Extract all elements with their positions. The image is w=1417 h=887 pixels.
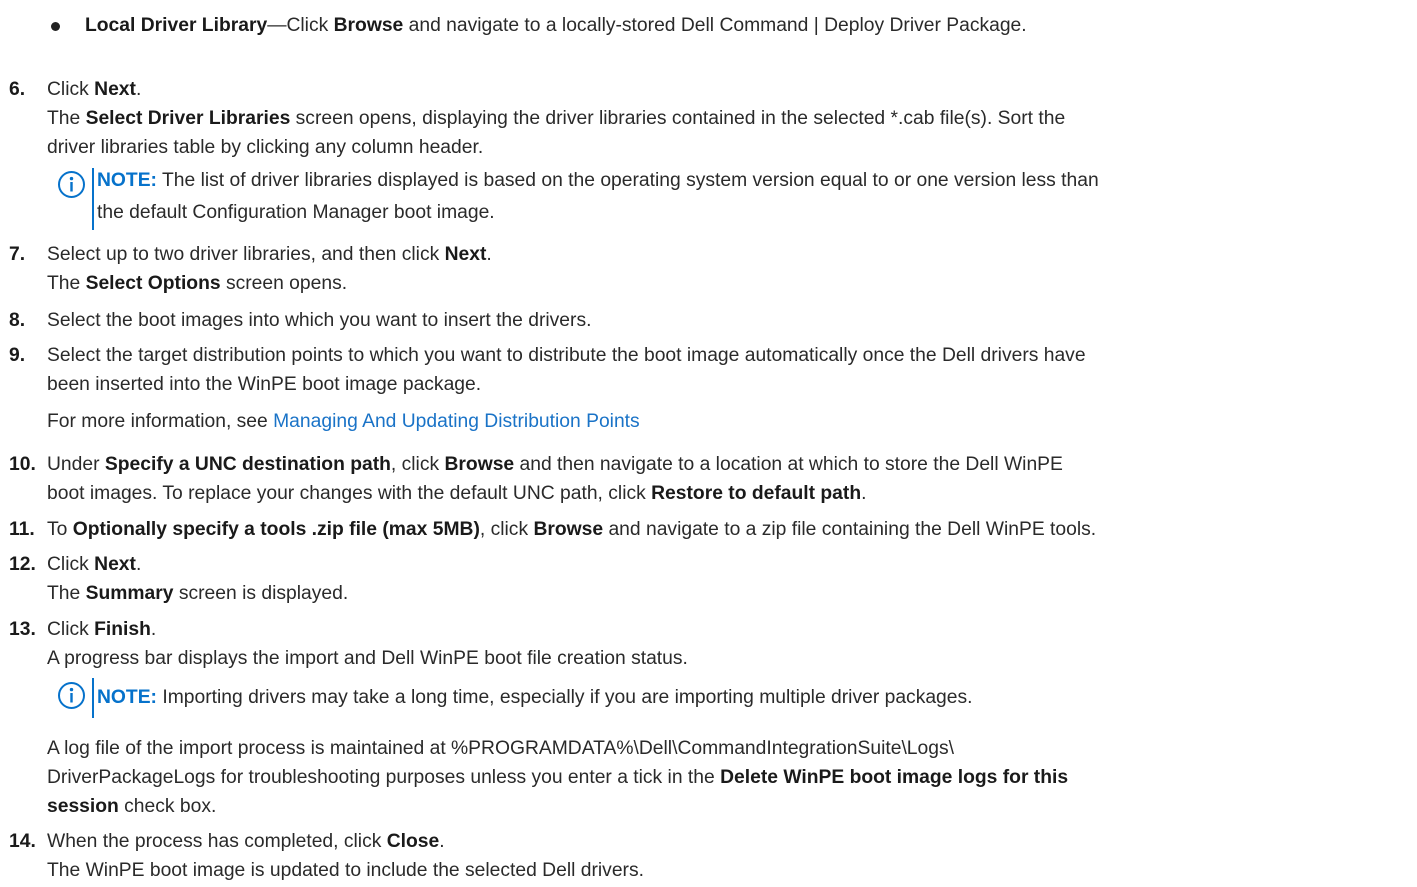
note-bar xyxy=(92,168,94,230)
step-7-line-1: Select up to two driver libraries, and t… xyxy=(47,244,492,265)
step-number: 14. xyxy=(9,831,36,852)
step-number: 6. xyxy=(9,79,26,100)
note-bar xyxy=(92,678,94,718)
step-6-line-3: driver libraries table by clicking any c… xyxy=(47,137,484,158)
info-icon xyxy=(58,171,85,198)
step-number: 8. xyxy=(9,310,26,331)
step-12-line-2: The Summary screen is displayed. xyxy=(47,583,349,604)
step-13-line-2: A progress bar displays the import and D… xyxy=(47,648,688,669)
step-number: 11. xyxy=(9,519,35,540)
step-14-line-2: The WinPE boot image is updated to inclu… xyxy=(47,860,644,881)
step-number: 9. xyxy=(9,345,26,366)
step-6-line-2: The Select Driver Libraries screen opens… xyxy=(47,108,1066,129)
step-9-more-info: For more information, see Managing And U… xyxy=(47,411,640,432)
note-text: NOTE: Importing drivers may take a long … xyxy=(97,687,973,708)
step-14-line-1: When the process has completed, click Cl… xyxy=(47,831,445,852)
step-number: 7. xyxy=(9,244,26,265)
info-icon xyxy=(58,682,85,709)
step-7-line-2: The Select Options screen opens. xyxy=(47,273,348,294)
log-file-line-3: session check box. xyxy=(47,796,217,817)
step-11-line-1: To Optionally specify a tools .zip file … xyxy=(47,519,1097,540)
bullet-dot xyxy=(51,22,60,31)
step-9-line-1: Select the target distribution points to… xyxy=(47,345,1086,366)
bullet-local-driver-library: Local Driver Library—Click Browse and na… xyxy=(85,15,1027,36)
distribution-points-link[interactable]: Managing And Updating Distribution Point… xyxy=(273,411,640,432)
log-file-line-1: A log file of the import process is main… xyxy=(47,738,954,759)
log-file-line-2: DriverPackageLogs for troubleshooting pu… xyxy=(47,767,1069,788)
step-12-line-1: Click Next. xyxy=(47,554,142,575)
note-text-line-1: NOTE: The list of driver libraries displ… xyxy=(97,170,1099,191)
step-number: 13. xyxy=(9,619,36,640)
step-10-line-1: Under Specify a UNC destination path, cl… xyxy=(47,454,1063,475)
step-number: 12. xyxy=(9,554,36,575)
step-10-line-2: boot images. To replace your changes wit… xyxy=(47,483,867,504)
step-9-line-2: been inserted into the WinPE boot image … xyxy=(47,374,482,395)
document-page: Local Driver Library—Click Browse and na… xyxy=(0,0,1417,887)
note-text-line-2: the default Configuration Manager boot i… xyxy=(97,202,495,223)
step-6-line-1: Click Next. xyxy=(47,79,142,100)
step-13-line-1: Click Finish. xyxy=(47,619,157,640)
step-8-line-1: Select the boot images into which you wa… xyxy=(47,310,592,331)
step-number: 10. xyxy=(9,454,36,475)
